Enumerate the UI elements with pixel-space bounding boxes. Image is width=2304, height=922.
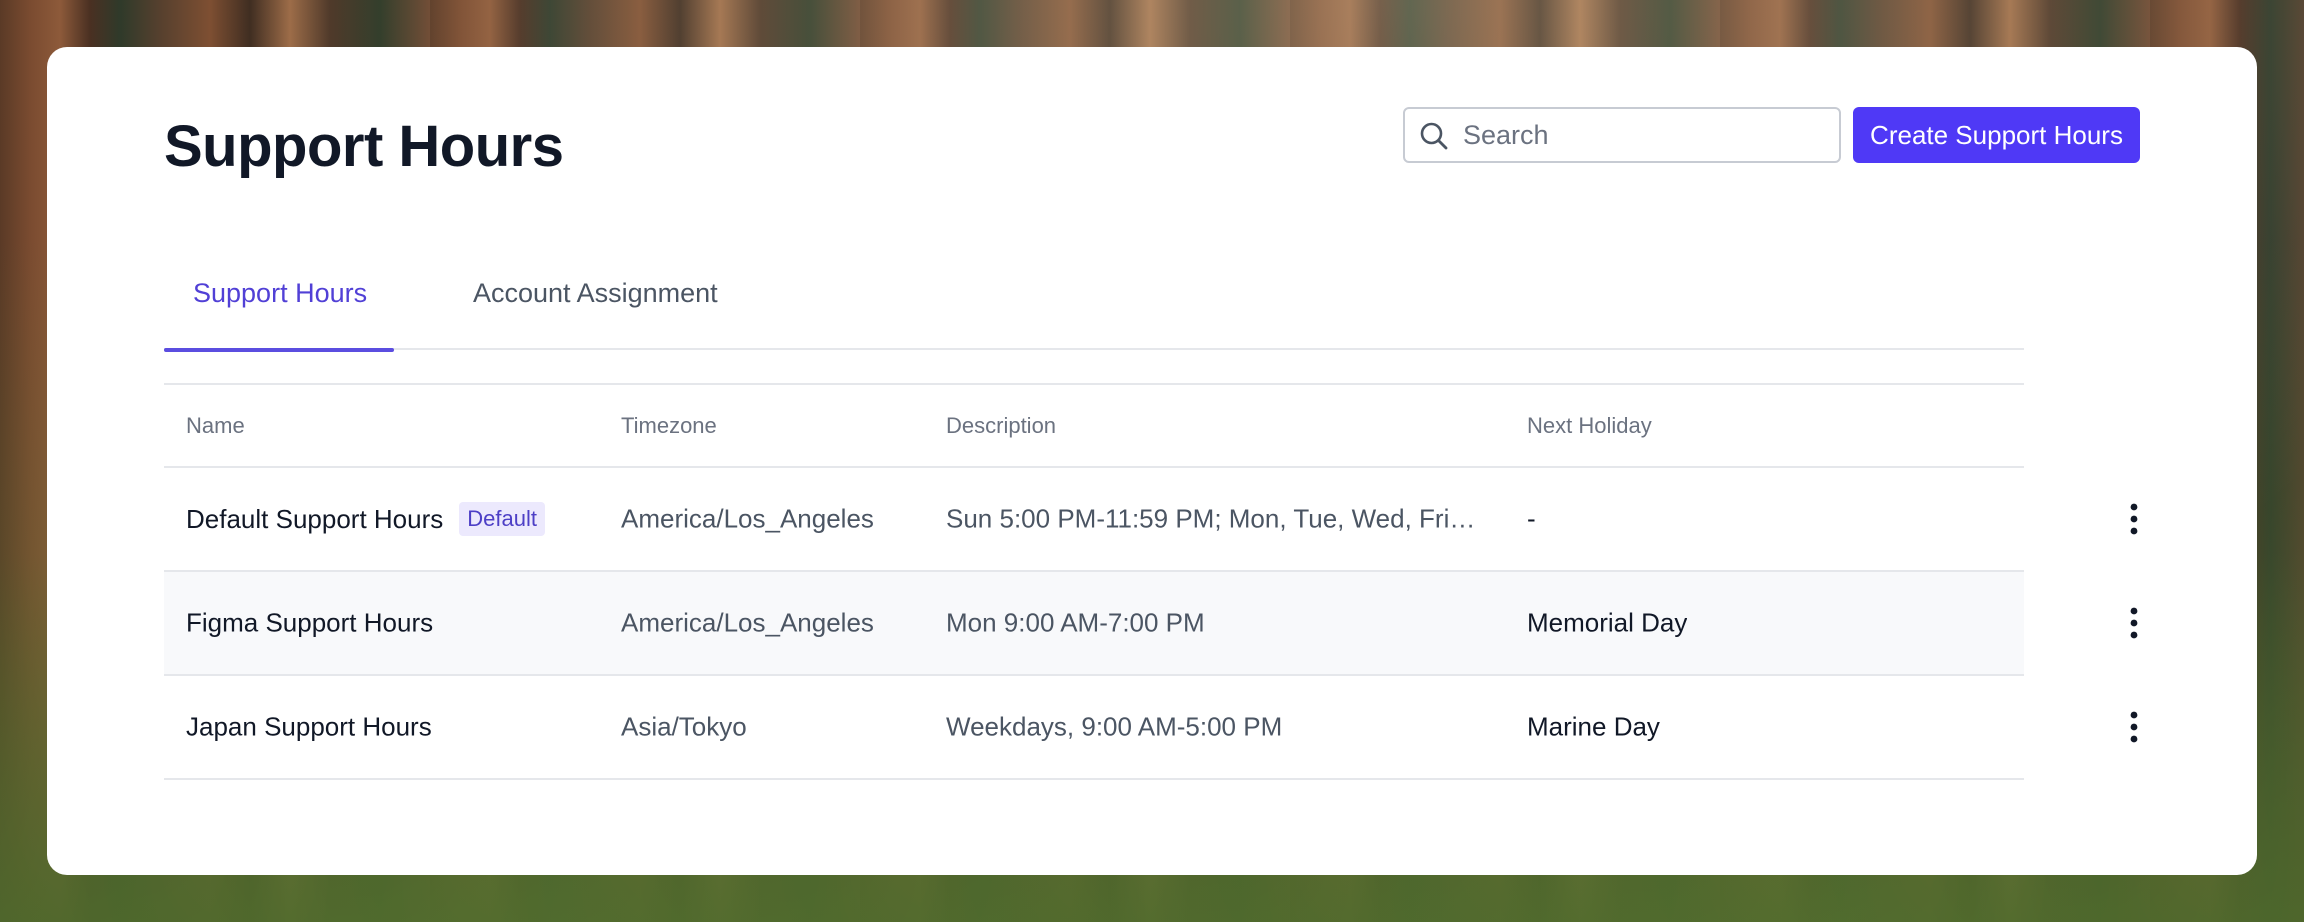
column-header-name[interactable]: Name [186, 413, 245, 439]
tab-support-hours[interactable]: Support Hours [164, 278, 394, 352]
support-hours-table: Name Timezone Description Next Holiday D… [164, 383, 2138, 780]
row-description: Weekdays, 9:00 AM-5:00 PM [946, 711, 1283, 742]
row-timezone: America/Los_Angeles [621, 607, 874, 638]
tab-bar: Support Hours Account Assignment [164, 232, 2024, 352]
row-description: Mon 9:00 AM-7:00 PM [946, 607, 1205, 638]
support-hours-card: Support Hours Create Support Hours Suppo… [47, 47, 2257, 875]
tab-account-assignment[interactable]: Account Assignment [473, 278, 718, 350]
tab-label: Account Assignment [473, 278, 718, 308]
row-next-holiday: Marine Day [1527, 711, 1660, 742]
row-description: Sun 5:00 PM-11:59 PM; Mon, Tue, Wed, Fri… [946, 503, 1476, 534]
column-header-timezone[interactable]: Timezone [621, 413, 717, 439]
row-name: Default Support Hours Default [186, 502, 545, 536]
active-tab-indicator [164, 348, 394, 352]
default-badge: Default [459, 502, 545, 536]
create-support-hours-button[interactable]: Create Support Hours [1853, 107, 2140, 163]
row-next-holiday: - [1527, 503, 1536, 534]
column-header-next-holiday[interactable]: Next Holiday [1527, 413, 1652, 439]
more-vertical-icon[interactable] [2114, 499, 2154, 539]
table-header-row: Name Timezone Description Next Holiday [164, 385, 2024, 468]
tab-label: Support Hours [193, 278, 368, 308]
row-name: Japan Support Hours [186, 711, 432, 742]
search-box[interactable] [1403, 107, 1841, 163]
more-vertical-icon[interactable] [2114, 707, 2154, 747]
table-row[interactable]: Japan Support Hours Asia/Tokyo Weekdays,… [164, 676, 2138, 780]
page-title: Support Hours [164, 114, 564, 179]
row-name: Figma Support Hours [186, 607, 434, 638]
row-timezone: America/Los_Angeles [621, 503, 874, 534]
table-row[interactable]: Figma Support Hours America/Los_Angeles … [164, 572, 2138, 676]
search-icon [1419, 121, 1449, 151]
row-timezone: Asia/Tokyo [621, 711, 747, 742]
page-header: Support Hours Create Support Hours [164, 107, 2140, 187]
more-vertical-icon[interactable] [2114, 603, 2154, 643]
table-row[interactable]: Default Support Hours Default America/Los… [164, 468, 2138, 572]
column-header-description[interactable]: Description [946, 413, 1476, 439]
row-next-holiday: Memorial Day [1527, 607, 1688, 638]
search-input[interactable] [1463, 117, 1823, 153]
row-name-text: Default Support Hours [186, 504, 444, 534]
